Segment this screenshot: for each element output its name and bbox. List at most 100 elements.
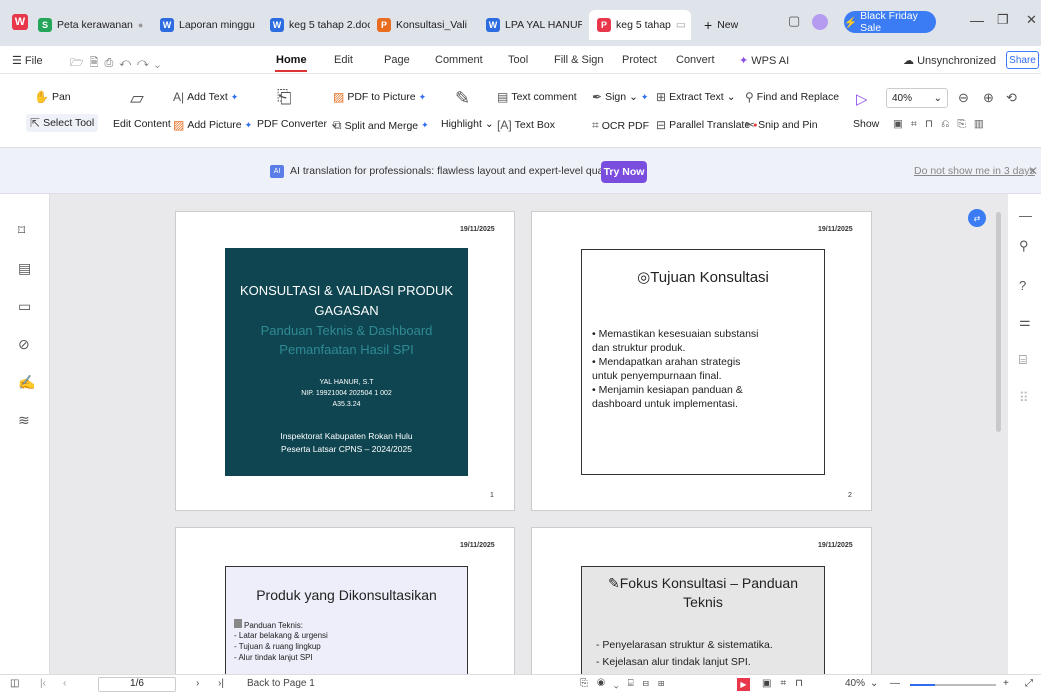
tab-laporan-minggu[interactable]: W Laporan minggu● [160, 14, 260, 36]
minimize-icon[interactable]: — [970, 12, 984, 28]
document-view[interactable]: 19/11/2025 KONSULTASI & VALIDASI PRODUK … [50, 194, 1008, 674]
menu-convert[interactable]: Convert [676, 54, 715, 66]
menu-fill-sign[interactable]: Fill & Sign [554, 54, 604, 66]
try-now-button[interactable]: Try Now [601, 161, 647, 183]
sidebar-toggle-icon[interactable]: ◫ [10, 678, 19, 689]
dont-show-link[interactable]: Do not show me in 3 days [914, 165, 1035, 177]
tab-konsultasi-vali[interactable]: P Konsultasi_Vali [377, 14, 477, 36]
unsync-label: Unsynchronized [917, 55, 996, 67]
help-icon[interactable]: ? [1019, 278, 1026, 293]
back-to-page-link[interactable]: Back to Page 1 [247, 678, 315, 689]
apps-grid-icon[interactable]: ⠿ [1019, 390, 1029, 406]
window-list-icon[interactable]: ▢ [788, 13, 800, 29]
chevron-down-icon: ⌄ [726, 91, 736, 103]
menu-edit[interactable]: Edit [334, 54, 353, 66]
vertical-scrollbar[interactable] [996, 212, 1001, 432]
ocr-pdf-button[interactable]: ⌗ OCR PDF [592, 118, 649, 133]
document-icon [234, 619, 242, 628]
adjust-icon[interactable]: ⚌ [1019, 314, 1031, 330]
page-number-input[interactable]: 1/6 [98, 677, 176, 692]
edit-content-button[interactable]: Edit Content [113, 118, 171, 130]
sparkle-icon: ✦ [640, 91, 649, 102]
first-page-icon[interactable]: |‹ [40, 678, 46, 689]
avatar[interactable] [812, 14, 828, 30]
text-box-button[interactable]: [A] Text Box [497, 118, 555, 132]
view-mode-icons[interactable]: ▣⌗⊓⎌⎘▥ [893, 118, 992, 131]
close-banner-icon[interactable]: ✕ [1028, 164, 1038, 178]
sparkle-icon: ✦ [418, 91, 427, 102]
highlight-button[interactable]: Highlight ⌄ [441, 118, 494, 130]
add-picture-label: Add Picture [187, 119, 242, 131]
zoom-level[interactable]: 40% [845, 678, 865, 689]
restore-icon[interactable]: ❐ [997, 12, 1009, 28]
tab-peta-kerawanan[interactable]: S Peta kerawanan ● [38, 14, 150, 36]
sign-button[interactable]: ✒ Sign ⌄ ✦ [592, 90, 648, 104]
menu-home[interactable]: Home [276, 54, 307, 66]
content-line: - Kejelasan alur tindak lanjut SPI. [596, 656, 751, 668]
last-page-icon[interactable]: ›| [218, 678, 224, 689]
pan-button[interactable]: ✋ Pan [34, 90, 71, 104]
page-1[interactable]: 19/11/2025 KONSULTASI & VALIDASI PRODUK … [175, 211, 515, 511]
fullscreen-icon[interactable]: ⤢ [1025, 678, 1033, 689]
select-tool-button[interactable]: ⇱ Select Tool [26, 114, 99, 132]
signature-icon[interactable]: ✍ [18, 374, 35, 391]
page-2[interactable]: 19/11/2025 ◎Tujuan Konsultasi • Memastik… [531, 211, 872, 511]
image-convert-icon: ▨ [333, 90, 345, 104]
menu-protect[interactable]: Protect [622, 54, 657, 66]
quick-access-icons[interactable]: 🗁🗎⎙↶↷⌄ [70, 54, 166, 73]
wps-logo-icon[interactable]: W [12, 14, 28, 30]
zoom-plus-icon[interactable]: + [1003, 678, 1009, 689]
view-mode-icons[interactable]: ⎘◉⌄⌸⊟⊞ [580, 678, 673, 689]
translate-float-button[interactable]: ⇄ [968, 209, 986, 227]
book-icon[interactable]: ⌸ [1019, 352, 1027, 368]
extract-text-button[interactable]: ⊞ Extract Text ⌄ [656, 90, 736, 104]
comment-icon[interactable]: ▭ [676, 19, 686, 31]
page-3[interactable]: 19/11/2025 Produk yang Dikonsultasikan P… [175, 527, 515, 674]
add-text-button[interactable]: A| Add Text ✦ [173, 90, 238, 104]
thumbnails-icon[interactable]: ▤ [18, 260, 31, 277]
share-button[interactable]: Share [1006, 51, 1039, 69]
page-4[interactable]: 19/11/2025 ✎Fokus Konsultasi – Panduan T… [531, 527, 872, 674]
close-window-icon[interactable]: ✕ [1026, 12, 1037, 28]
prev-page-icon[interactable]: ‹ [63, 678, 66, 689]
menu-tool[interactable]: Tool [508, 54, 528, 66]
file-menu[interactable]: ☰ File [12, 54, 43, 67]
text-comment-button[interactable]: ▤ Text comment [497, 90, 577, 104]
zoom-slider[interactable] [910, 684, 996, 686]
pdf-converter-button[interactable]: PDF Converter ⌄ [257, 118, 339, 130]
comments-icon[interactable]: ▭ [18, 298, 31, 315]
find-replace-button[interactable]: ⚲ Find and Replace [745, 90, 839, 104]
bookmark-icon[interactable]: ⌑ [18, 222, 25, 239]
tab-lpa-yal-hanur[interactable]: W LPA YAL HANUR, [486, 14, 582, 36]
pdf-converter-label: PDF Converter [257, 118, 328, 130]
play-slideshow-icon[interactable]: ▶ [737, 678, 750, 691]
zoom-out-icon[interactable]: ⊖ [958, 90, 969, 106]
page-date: 19/11/2025 [818, 542, 853, 549]
snip-pin-button[interactable]: ✂ Snip and Pin [745, 118, 818, 132]
sync-status[interactable]: ☁ Unsynchronized [903, 54, 996, 67]
next-page-icon[interactable]: › [196, 678, 199, 689]
add-picture-button[interactable]: ▨ Add Picture ✦ [173, 118, 252, 132]
rotate-icon[interactable]: ⟲ [1006, 90, 1017, 106]
pdf-to-picture-button[interactable]: ▨ PDF to Picture ✦ [333, 90, 426, 104]
search-icon[interactable]: ⚲ [1019, 238, 1029, 254]
layers-icon[interactable]: ≋ [18, 412, 30, 429]
collapse-icon[interactable]: — [1019, 208, 1032, 223]
menu-page[interactable]: Page [384, 54, 410, 66]
attachment-icon[interactable]: ⊘ [18, 336, 30, 353]
menu-comment[interactable]: Comment [435, 54, 483, 66]
menu-wps-ai[interactable]: ✦ WPS AI [739, 54, 789, 67]
tab-label: keg 5 tahap 2.docx [289, 19, 370, 31]
parallel-translate-button[interactable]: ⊟ Parallel Translate ● [656, 118, 757, 132]
zoom-select[interactable]: 40% ⌄ [886, 88, 948, 108]
fit-icons[interactable]: ▣⌗⊓ [762, 678, 812, 689]
zoom-in-icon[interactable]: ⊕ [983, 90, 994, 106]
new-tab-button[interactable]: + New [704, 14, 754, 36]
tab-keg5-docx[interactable]: W keg 5 tahap 2.docx [270, 14, 370, 36]
zoom-minus-icon[interactable]: — [890, 678, 900, 689]
tab-keg5-pdf-active[interactable]: P keg 5 tahap ▭ ✕ [589, 10, 691, 40]
split-merge-button[interactable]: ⧉ Split and Merge ✦ [333, 118, 429, 133]
zoom-dropdown-icon[interactable]: ⌄ [870, 678, 878, 689]
show-button[interactable]: Show [853, 118, 879, 130]
black-friday-button[interactable]: ⚡ Black Friday Sale [844, 10, 936, 34]
